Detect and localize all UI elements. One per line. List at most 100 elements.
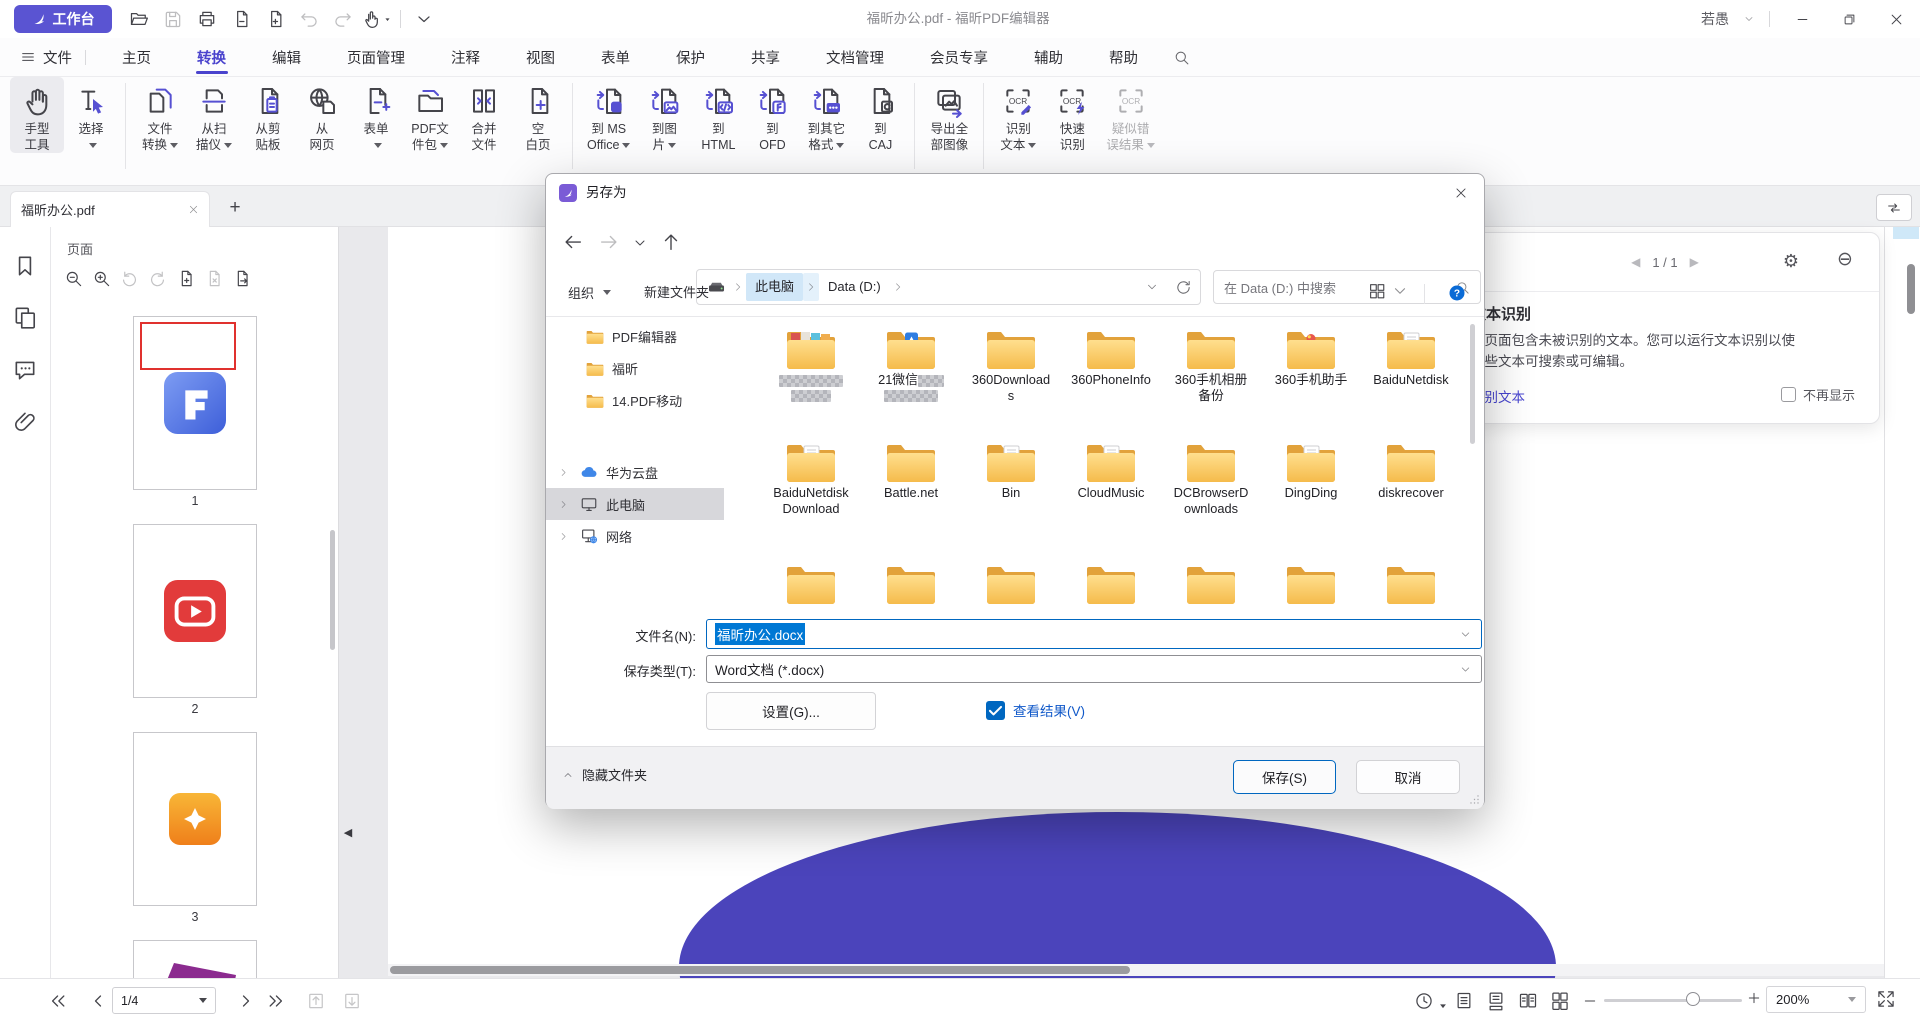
new-tab-button[interactable]: + bbox=[222, 195, 248, 221]
folder-open-button[interactable] bbox=[122, 4, 156, 34]
menu-tab-文档管理[interactable]: 文档管理 bbox=[803, 38, 907, 76]
pager-previous-icon[interactable]: ◀ bbox=[1631, 255, 1640, 269]
sidebar-item-网络[interactable]: 网络 bbox=[546, 520, 724, 552]
rail-comments-button[interactable] bbox=[12, 357, 38, 383]
ribbon-从剪贴板[interactable]: 从剪贴板 bbox=[241, 77, 295, 153]
page-number-field[interactable]: 1/4 bbox=[112, 987, 216, 1014]
rail-page-thumbnails-button[interactable] bbox=[12, 305, 38, 331]
view-results-label[interactable]: 查看结果(V) bbox=[1013, 700, 1085, 720]
ribbon-到 MSOffice[interactable]: 到 MSOffice bbox=[580, 77, 637, 153]
folder-item[interactable] bbox=[761, 562, 861, 604]
previous-view-button[interactable] bbox=[306, 991, 326, 1011]
folder-item-360手机相册备份[interactable]: 360手机相册备份 bbox=[1161, 327, 1261, 403]
sidebar-item-PDF编辑器[interactable]: PDF编辑器 bbox=[546, 320, 724, 352]
ribbon-文件转换[interactable]: 文件转换 bbox=[133, 77, 187, 153]
chevron-down-icon[interactable] bbox=[1743, 13, 1755, 25]
zoom-slider-track[interactable] bbox=[1604, 999, 1742, 1002]
page-thumbnail-1[interactable] bbox=[133, 316, 257, 490]
folder-item-Bin[interactable]: Bin bbox=[961, 440, 1061, 516]
folder-item-CloudMusic[interactable]: CloudMusic bbox=[1061, 440, 1161, 516]
folder-item-Battle.net[interactable]: Battle.net bbox=[861, 440, 961, 516]
scrollbar-top-button[interactable] bbox=[1893, 227, 1919, 239]
folder-item-360Downloads[interactable]: 360Downloads bbox=[961, 327, 1061, 403]
ribbon-疑似错误结果[interactable]: OCR疑似错误结果 bbox=[1099, 77, 1162, 153]
search-icon[interactable] bbox=[1173, 49, 1190, 66]
print-button[interactable] bbox=[190, 4, 224, 34]
folder-item[interactable] bbox=[1161, 562, 1261, 604]
back-button[interactable] bbox=[562, 231, 584, 253]
ribbon-快速识别[interactable]: OCR快速识别 bbox=[1045, 77, 1099, 153]
chevron-down-button[interactable] bbox=[407, 4, 441, 34]
read-mode-icon[interactable] bbox=[1414, 991, 1434, 1011]
pager-next-icon[interactable]: ▶ bbox=[1690, 255, 1699, 269]
menu-tab-转换[interactable]: 转换 bbox=[174, 38, 249, 76]
close-button[interactable] bbox=[1873, 0, 1920, 38]
continuous-layout-button[interactable] bbox=[1486, 991, 1506, 1011]
zoom-slider-handle[interactable] bbox=[1686, 992, 1700, 1006]
menu-tab-保护[interactable]: 保护 bbox=[653, 38, 728, 76]
menu-tab-会员专享[interactable]: 会员专享 bbox=[907, 38, 1011, 76]
horizontal-scrollbar[interactable] bbox=[388, 964, 1884, 976]
list-scrollbar[interactable] bbox=[1470, 324, 1475, 444]
menu-tab-页面管理[interactable]: 页面管理 bbox=[324, 38, 428, 76]
ribbon-到OFD[interactable]: 到OFD bbox=[745, 77, 799, 153]
next-page-button[interactable] bbox=[236, 991, 256, 1011]
up-button[interactable] bbox=[660, 231, 682, 253]
ribbon-合并文件[interactable]: 合并文件 bbox=[457, 77, 511, 153]
cancel-button[interactable]: 取消 bbox=[1356, 760, 1460, 794]
gear-icon[interactable]: ⚙ bbox=[1781, 251, 1801, 271]
menu-tab-表单[interactable]: 表单 bbox=[578, 38, 653, 76]
page-thumbnail-3[interactable] bbox=[133, 732, 257, 906]
panel-switch-button[interactable] bbox=[1876, 194, 1912, 221]
menu-tab-注释[interactable]: 注释 bbox=[428, 38, 503, 76]
facing-continuous-layout-button[interactable] bbox=[1550, 991, 1570, 1011]
folder-item[interactable] bbox=[1361, 562, 1461, 604]
page-add-button[interactable] bbox=[258, 4, 292, 34]
zoom-out-button[interactable] bbox=[1582, 991, 1598, 1011]
minimize-button[interactable] bbox=[1779, 0, 1826, 38]
dialog-header[interactable]: 另存为 bbox=[546, 174, 1484, 212]
folder-item-DCBrowserDownloads[interactable]: DCBrowserDownloads bbox=[1161, 440, 1261, 516]
zoom-level-field[interactable]: 200% bbox=[1766, 986, 1866, 1013]
ribbon-手型工具[interactable]: 手型工具 bbox=[10, 77, 64, 153]
ribbon-到CAJ[interactable]: 到CAJ bbox=[853, 77, 907, 153]
last-page-button[interactable] bbox=[266, 991, 286, 1011]
sidebar-item-华为云盘[interactable]: 华为云盘 bbox=[546, 456, 724, 488]
sidebar-item-14.PDF移动[interactable]: 14.PDF移动 bbox=[546, 384, 724, 416]
folder-item-21微信[interactable]: 21微信 bbox=[861, 327, 961, 403]
ribbon-选择[interactable]: 选择 bbox=[64, 77, 118, 153]
hand-pointer-button[interactable] bbox=[360, 4, 394, 34]
folder-item[interactable] bbox=[1061, 562, 1161, 604]
menu-tab-视图[interactable]: 视图 bbox=[503, 38, 578, 76]
page-plus-button[interactable] bbox=[176, 269, 195, 288]
folder-item-360PhoneInfo[interactable]: 360PhoneInfo bbox=[1061, 327, 1161, 403]
single-page-layout-button[interactable] bbox=[1454, 991, 1474, 1011]
folder-item-DingDing[interactable]: DingDing bbox=[1261, 440, 1361, 516]
user-area[interactable]: 若愚 bbox=[1701, 0, 1770, 38]
caret-down-icon[interactable] bbox=[1459, 628, 1472, 641]
ribbon-从网页[interactable]: 从网页 bbox=[295, 77, 349, 153]
tab-close-icon[interactable] bbox=[188, 204, 199, 215]
help-icon[interactable]: ? bbox=[1448, 284, 1466, 302]
caret-down-icon[interactable] bbox=[1459, 663, 1472, 676]
ribbon-PDF文件包[interactable]: PDF文件包 bbox=[403, 77, 457, 153]
ribbon-导出全部图像[interactable]: 导出全部图像 bbox=[922, 77, 976, 153]
ribbon-空白页[interactable]: 空白页 bbox=[511, 77, 565, 153]
collapse-icon[interactable]: ⊖ bbox=[1835, 250, 1855, 270]
folder-item-360手机助手[interactable]: 360手机助手 bbox=[1261, 327, 1361, 403]
facing-layout-button[interactable] bbox=[1518, 991, 1538, 1011]
folder-item[interactable] bbox=[861, 562, 961, 604]
forward-button[interactable] bbox=[598, 231, 620, 253]
ribbon-表单[interactable]: 表单 bbox=[349, 77, 403, 153]
document-tab[interactable]: 福昕办公.pdf bbox=[10, 191, 210, 227]
page-thumbnail-4[interactable] bbox=[133, 940, 257, 978]
page-thumbnail-2[interactable] bbox=[133, 524, 257, 698]
folder-item-BaiduNetdisk[interactable]: BaiduNetdisk bbox=[1361, 327, 1461, 403]
ribbon-到其它格式[interactable]: 到其它格式 bbox=[799, 77, 853, 153]
workspace-button[interactable]: 工作台 bbox=[14, 5, 112, 33]
dialog-close-button[interactable] bbox=[1438, 174, 1484, 212]
menu-file[interactable]: 文件 bbox=[20, 47, 72, 68]
horizontal-scrollbar-thumb[interactable] bbox=[390, 966, 1130, 974]
menu-tab-共享[interactable]: 共享 bbox=[728, 38, 803, 76]
organize-button[interactable]: 组织 bbox=[568, 283, 611, 302]
